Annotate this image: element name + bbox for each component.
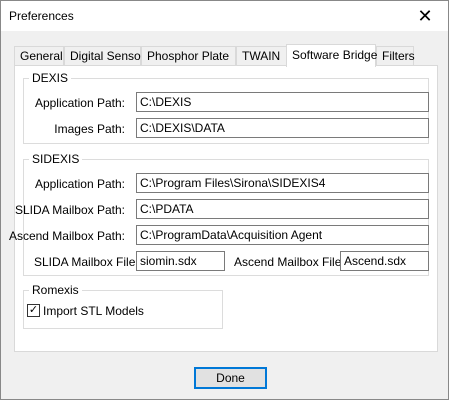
- sidexis-group: SIDEXIS Application Path: SLIDA Mailbox …: [9, 152, 429, 276]
- romexis-group: Romexis ✓ Import STL Models: [23, 283, 223, 329]
- dexis-images-path-field[interactable]: [136, 118, 429, 138]
- window-title: Preferences: [9, 9, 74, 23]
- dexis-application-path-label: Application Path:: [34, 96, 125, 110]
- ascend-mailbox-path-label: Ascend Mailbox Path:: [8, 229, 125, 243]
- ascend-mailbox-file-field[interactable]: [340, 251, 429, 271]
- sidexis-application-path-label: Application Path:: [34, 177, 125, 191]
- slida-mailbox-path-field[interactable]: [136, 199, 429, 219]
- slida-mailbox-path-label: SLIDA Mailbox Path:: [14, 203, 125, 217]
- dexis-images-path-label: Images Path:: [54, 122, 125, 136]
- import-stl-label[interactable]: Import STL Models: [43, 304, 144, 318]
- sidexis-application-path-field[interactable]: [136, 173, 429, 193]
- tab-software-bridge[interactable]: Software Bridge: [286, 44, 377, 67]
- romexis-group-title: Romexis: [29, 283, 82, 297]
- ascend-mailbox-file-label: Ascend Mailbox File:: [234, 255, 345, 269]
- slida-mailbox-file-field[interactable]: [136, 251, 225, 271]
- tab-digital-sensor[interactable]: Digital Sensor: [64, 46, 145, 65]
- title-bar: Preferences ✕: [1, 1, 448, 31]
- tab-phosphor-plate[interactable]: Phosphor Plate: [141, 46, 236, 65]
- preferences-window: Preferences ✕ General Digital Sensor Pho…: [0, 0, 449, 400]
- ascend-mailbox-path-field[interactable]: [136, 225, 429, 245]
- tab-general[interactable]: General: [14, 46, 64, 65]
- tab-twain[interactable]: TWAIN: [236, 46, 288, 65]
- import-stl-checkbox[interactable]: ✓: [27, 304, 40, 317]
- dexis-group-title: DEXIS: [29, 71, 72, 85]
- software-bridge-panel: DEXIS Application Path: Images Path: SID…: [9, 65, 438, 352]
- slida-mailbox-file-label: SLIDA Mailbox File:: [34, 255, 139, 269]
- checkmark-icon: ✓: [28, 304, 39, 316]
- sidexis-group-title: SIDEXIS: [29, 152, 83, 166]
- done-button[interactable]: Done: [194, 367, 267, 389]
- tab-filters[interactable]: Filters: [376, 46, 415, 65]
- dexis-application-path-field[interactable]: [136, 92, 429, 112]
- close-icon[interactable]: ✕: [402, 1, 448, 31]
- dexis-group: DEXIS Application Path: Images Path:: [23, 71, 429, 144]
